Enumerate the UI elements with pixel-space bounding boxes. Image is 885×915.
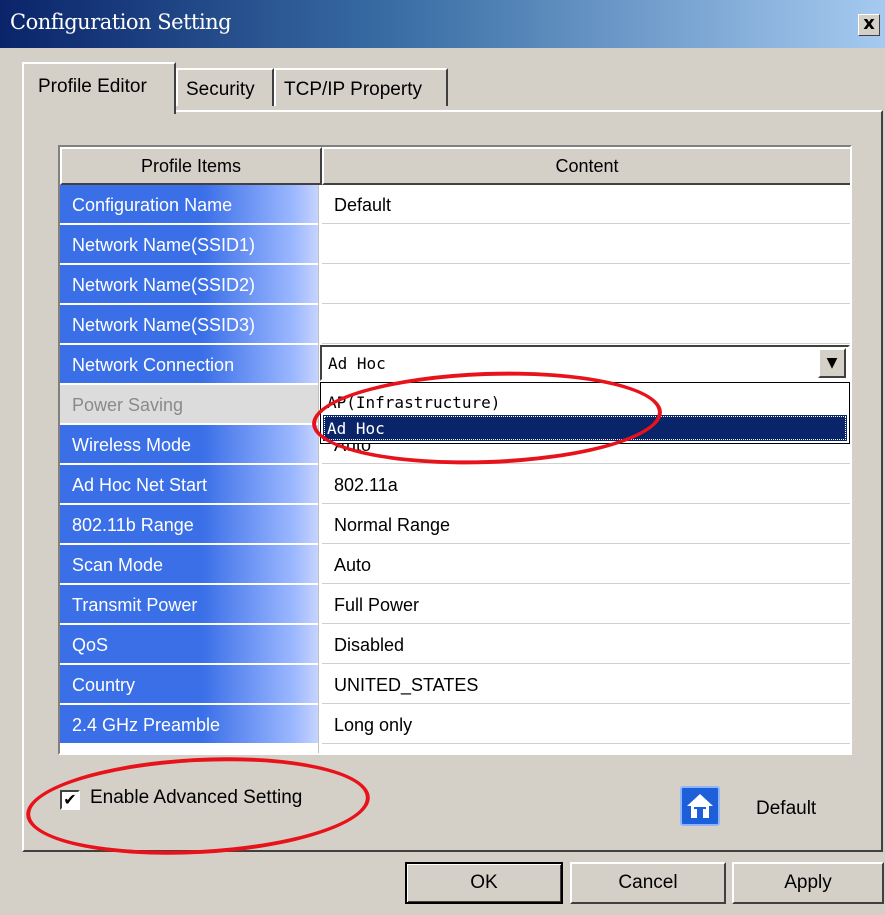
column-header-profile-items[interactable]: Profile Items <box>60 147 322 185</box>
table-row[interactable]: Network Name(SSID2) <box>60 265 850 305</box>
table-row[interactable]: QoS Disabled <box>60 625 850 665</box>
network-connection-select[interactable]: Ad Hoc ▼ <box>320 345 850 381</box>
row-label: Network Connection <box>60 345 318 384</box>
ok-button[interactable]: OK <box>405 862 563 904</box>
dropdown-arrow-button[interactable]: ▼ <box>818 348 846 378</box>
row-value[interactable] <box>322 305 850 344</box>
row-value[interactable]: UNITED_STATES <box>322 665 850 704</box>
window-title: Configuration Setting <box>10 10 232 34</box>
row-label: QoS <box>60 625 318 664</box>
table-row[interactable]: 802.11b Range Normal Range <box>60 505 850 545</box>
configuration-window: Configuration Setting x Profile Editor S… <box>0 0 885 915</box>
row-label: 2.4 GHz Preamble <box>60 705 318 744</box>
row-value[interactable]: Default <box>322 185 850 224</box>
apply-button[interactable]: Apply <box>732 862 884 904</box>
chevron-down-icon: ▼ <box>826 355 838 371</box>
row-label: Network Name(SSID3) <box>60 305 318 344</box>
tab-profile-editor[interactable]: Profile Editor <box>22 62 176 114</box>
default-label: Default <box>756 798 817 819</box>
row-label: Network Name(SSID2) <box>60 265 318 304</box>
row-label: Ad Hoc Net Start <box>60 465 318 504</box>
table-row[interactable]: Country UNITED_STATES <box>60 665 850 705</box>
row-value[interactable]: Disabled <box>322 625 850 664</box>
row-label: Network Name(SSID1) <box>60 225 318 264</box>
row-label: Configuration Name <box>60 185 318 224</box>
table-row[interactable]: Network Name(SSID3) <box>60 305 850 345</box>
row-value[interactable]: 802.11a <box>322 465 850 504</box>
close-button[interactable]: x <box>858 14 880 36</box>
table-row[interactable]: Ad Hoc Net Start 802.11a <box>60 465 850 505</box>
home-icon <box>687 794 713 818</box>
table-row[interactable]: 2.4 GHz Preamble Long only <box>60 705 850 745</box>
column-header-content[interactable]: Content <box>322 147 850 185</box>
row-label: Transmit Power <box>60 585 318 624</box>
row-value[interactable]: Full Power <box>322 585 850 624</box>
tab-security[interactable]: Security <box>176 68 274 106</box>
table-row[interactable]: Configuration Name Default <box>60 185 850 225</box>
tab-tcpip-property[interactable]: TCP/IP Property <box>274 68 448 106</box>
table-row[interactable]: Network Name(SSID1) <box>60 225 850 265</box>
network-connection-selected-value: Ad Hoc <box>328 354 386 373</box>
row-value[interactable]: Normal Range <box>322 505 850 544</box>
default-home-button[interactable] <box>680 786 720 826</box>
table-row[interactable]: Scan Mode Auto <box>60 545 850 585</box>
row-label: Scan Mode <box>60 545 318 584</box>
close-icon: x <box>863 13 875 34</box>
row-label: Country <box>60 665 318 704</box>
row-label: 802.11b Range <box>60 505 318 544</box>
row-label: Wireless Mode <box>60 425 318 464</box>
row-value[interactable] <box>322 225 850 264</box>
row-value[interactable] <box>322 265 850 304</box>
row-value[interactable]: Auto <box>322 545 850 584</box>
cancel-button[interactable]: Cancel <box>570 862 726 904</box>
row-value[interactable]: Long only <box>322 705 850 744</box>
table-row[interactable]: Transmit Power Full Power <box>60 585 850 625</box>
title-bar[interactable]: Configuration Setting x <box>0 0 885 48</box>
row-label: Power Saving <box>60 385 318 424</box>
